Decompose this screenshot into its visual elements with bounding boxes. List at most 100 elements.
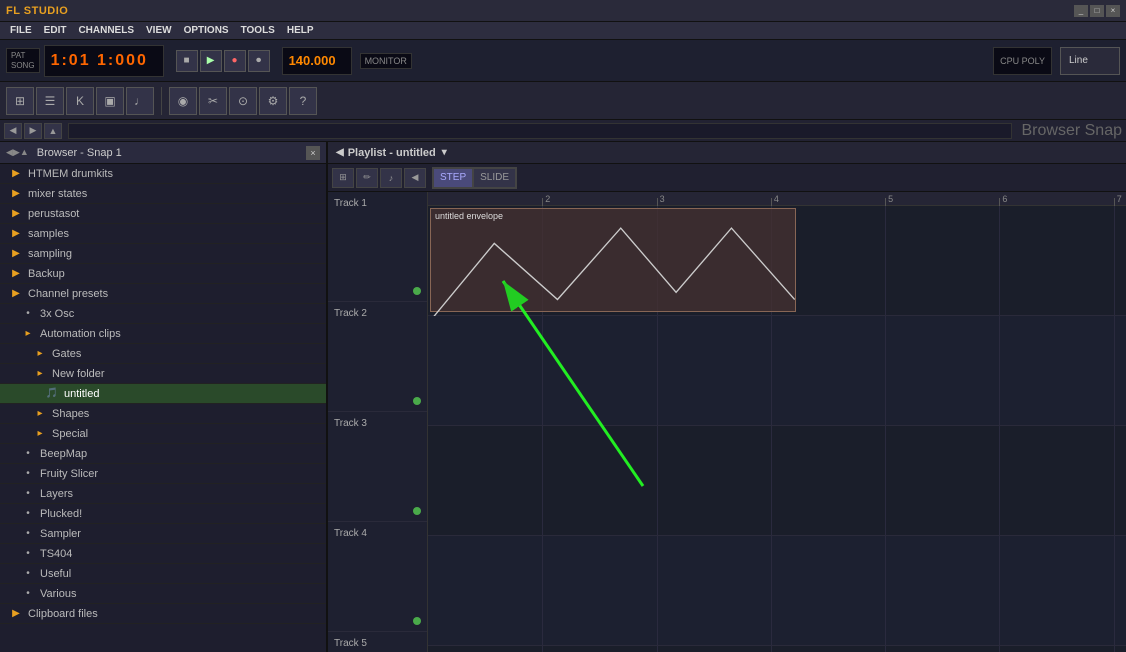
tool-slice-btn[interactable]: ✂ (199, 87, 227, 115)
browser-item-19[interactable]: •TS404 (0, 544, 326, 564)
bpm-display[interactable]: 140.000 (282, 47, 352, 75)
browser-item-3[interactable]: ▶samples (0, 224, 326, 244)
browser-item-label-11: untitled (64, 388, 99, 400)
tool-plugin-btn[interactable]: ♩ (126, 87, 154, 115)
playlist-title: Playlist - untitled (348, 147, 436, 159)
browser-item-21[interactable]: •Various (0, 584, 326, 604)
browser-item-icon-20: • (20, 566, 36, 582)
draw-btn[interactable]: ✏ (356, 168, 378, 188)
track-row-0[interactable]: untitled envelope (428, 206, 1126, 316)
browser-item-13[interactable]: ▸Special (0, 424, 326, 444)
track-label-text-0: Track 1 (334, 198, 367, 209)
transport-bar: PAT SONG 1:01 1:000 ■ ▶ ● ⏺ 140.000 MONI… (0, 40, 1126, 82)
timeline-tracks: untitled envelope (428, 206, 1126, 652)
browser-item-18[interactable]: •Sampler (0, 524, 326, 544)
browser-item-2[interactable]: ▶perustasot (0, 204, 326, 224)
menu-item-view[interactable]: VIEW (140, 24, 178, 37)
menu-item-channels[interactable]: CHANNELS (72, 24, 140, 37)
tool-zoom-btn[interactable]: ⊙ (229, 87, 257, 115)
play-btn[interactable]: ▶ (200, 50, 222, 72)
browser-item-label-5: Backup (28, 268, 65, 280)
browser-item-icon-4: ▶ (8, 246, 24, 262)
menu-item-help[interactable]: HELP (281, 24, 320, 37)
track-row-1[interactable] (428, 316, 1126, 426)
browser-item-9[interactable]: ▸Gates (0, 344, 326, 364)
browser-item-icon-1: ▶ (8, 186, 24, 202)
browser-item-icon-5: ▶ (8, 266, 24, 282)
browser-item-10[interactable]: ▸New folder (0, 364, 326, 384)
browser-item-icon-12: ▸ (32, 406, 48, 422)
track-active-dot-0 (413, 287, 421, 295)
menu-item-edit[interactable]: EDIT (38, 24, 73, 37)
cpu-display: CPU POLY (993, 47, 1052, 75)
browser-close-btn[interactable]: × (306, 146, 320, 160)
browser-item-icon-14: • (20, 446, 36, 462)
browser-item-4[interactable]: ▶ sampling (0, 244, 326, 264)
record-stop-btn[interactable]: ⏺ (248, 50, 270, 72)
grid-line-3-6 (1114, 536, 1115, 645)
tool-mixer-btn[interactable]: ⊞ (6, 87, 34, 115)
browser-item-11[interactable]: 🎵untitled (0, 384, 326, 404)
browser-item-label-20: Useful (40, 568, 71, 580)
browser-item-6[interactable]: ▶Channel presets (0, 284, 326, 304)
browser-item-icon-9: ▸ (32, 346, 48, 362)
browser-item-7[interactable]: •3x Osc (0, 304, 326, 324)
menu-item-options[interactable]: OPTIONS (178, 24, 235, 37)
grid-line-1-4 (885, 316, 886, 425)
grid-line-3-2 (657, 536, 658, 645)
browser-item-label-4: sampling (28, 248, 72, 260)
grid-line-1-3 (771, 316, 772, 425)
slide-btn[interactable]: SLIDE (473, 168, 516, 188)
browser-item-icon-19: • (20, 546, 36, 562)
sub-nav-prev[interactable]: ◀ (4, 123, 22, 139)
stop-btn[interactable]: ■ (176, 50, 198, 72)
toolbar: ⊞ ☰ K ▣ ♩ ◉ ✂ ⊙ ⚙ ? (0, 82, 1126, 120)
menu-item-tools[interactable]: TOOLS (235, 24, 281, 37)
grid-line-2-5 (999, 426, 1000, 535)
tool-settings-btn[interactable]: ⚙ (259, 87, 287, 115)
maximize-btn[interactable]: □ (1090, 5, 1104, 17)
browser-item-15[interactable]: •Fruity Slicer (0, 464, 326, 484)
browser-item-label-14: BeepMap (40, 448, 87, 460)
browser-item-5[interactable]: ▶ Backup (0, 264, 326, 284)
browser-item-8[interactable]: ▸Automation clips (0, 324, 326, 344)
tool-channels-btn[interactable]: ☰ (36, 87, 64, 115)
browser-item-label-2: perustasot (28, 208, 79, 220)
left-btn[interactable]: ◀ (404, 168, 426, 188)
browser-item-16[interactable]: •Layers (0, 484, 326, 504)
tool-browser-btn[interactable]: ▣ (96, 87, 124, 115)
browser-item-17[interactable]: •Plucked! (0, 504, 326, 524)
browser-item-20[interactable]: • Useful (0, 564, 326, 584)
snap-btn[interactable]: ⊞ (332, 168, 354, 188)
track-row-4[interactable] (428, 646, 1126, 652)
search-bar[interactable] (68, 123, 1012, 139)
minimize-btn[interactable]: _ (1074, 5, 1088, 17)
track-label-text-1: Track 2 (334, 308, 367, 319)
tool-help-btn[interactable]: ? (289, 87, 317, 115)
tool-record-btn[interactable]: ◉ (169, 87, 197, 115)
track-row-2[interactable] (428, 426, 1126, 536)
browser-item-12[interactable]: ▸ Shapes (0, 404, 326, 424)
track-label-3: Track 4 (328, 522, 427, 632)
step-btn[interactable]: STEP (433, 168, 473, 188)
track-row-3[interactable] (428, 536, 1126, 646)
close-btn[interactable]: × (1106, 5, 1120, 17)
browser-item-1[interactable]: ▶mixer states (0, 184, 326, 204)
line-display: Line (1060, 47, 1120, 75)
grid-line-0-6 (1114, 206, 1115, 315)
menu-item-file[interactable]: FILE (4, 24, 38, 37)
tool-piano-btn[interactable]: K (66, 87, 94, 115)
envelope-clip[interactable]: untitled envelope (430, 208, 796, 312)
track-active-dot-3 (413, 617, 421, 625)
note-btn[interactable]: ♪ (380, 168, 402, 188)
browser-item-label-12: Shapes (52, 408, 89, 420)
browser-item-14[interactable]: • BeepMap (0, 444, 326, 464)
browser-item-icon-3: ▶ (8, 226, 24, 242)
record-btn[interactable]: ● (224, 50, 246, 72)
timeline-area: 234567 untitled envelope (428, 192, 1126, 652)
browser-item-0[interactable]: ▶HTMEM drumkits (0, 164, 326, 184)
sub-nav-next[interactable]: ▶ (24, 123, 42, 139)
browser-item-22[interactable]: ▶Clipboard files (0, 604, 326, 624)
sub-nav-up[interactable]: ▲ (44, 123, 62, 139)
monitor-display: MONITOR (360, 53, 412, 69)
